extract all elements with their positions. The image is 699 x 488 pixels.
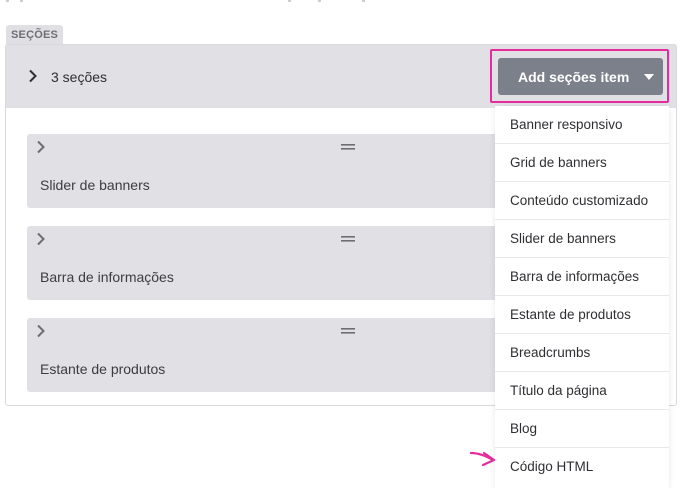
sections-count: 3 seções — [51, 69, 108, 85]
menu-item-label: Conteúdo customizado — [510, 193, 649, 208]
menu-item-banner-responsivo[interactable]: Banner responsivo — [495, 106, 669, 144]
menu-item-label: Título da página — [510, 383, 607, 398]
add-item-dropdown-menu: Banner responsivo Grid de banners Conteú… — [495, 106, 669, 488]
menu-item-label: Breadcrumbs — [510, 345, 591, 360]
section-item-label: Barra de informações — [40, 269, 174, 285]
chevron-right-icon[interactable] — [36, 232, 46, 246]
caret-down-icon[interactable] — [644, 74, 654, 80]
add-section-item-button[interactable]: Add seções item — [498, 58, 663, 95]
section-item[interactable]: Slider de banners — [27, 134, 517, 208]
menu-item-breadcrumbs[interactable]: Breadcrumbs — [495, 334, 669, 372]
menu-item-label: Estante de produtos — [510, 307, 631, 322]
menu-item-label: Grid de banners — [510, 155, 607, 170]
menu-item-barra-de-informacoes[interactable]: Barra de informações — [495, 258, 669, 296]
chevron-right-icon[interactable] — [36, 324, 46, 338]
menu-item-titulo-da-pagina[interactable]: Título da página — [495, 372, 669, 410]
chevron-right-icon[interactable] — [28, 69, 38, 83]
menu-item-label: Banner responsivo — [510, 117, 623, 132]
menu-item-grid-de-banners[interactable]: Grid de banners — [495, 144, 669, 182]
drag-handle-icon[interactable] — [340, 144, 356, 150]
clipped-text-above — [0, 0, 699, 6]
add-button-label: Add seções item — [518, 69, 630, 85]
section-item[interactable]: Barra de informações — [27, 226, 517, 300]
section-item[interactable]: Estante de produtos — [27, 318, 517, 392]
menu-item-conteudo-customizado[interactable]: Conteúdo customizado — [495, 182, 669, 220]
chevron-right-icon[interactable] — [36, 140, 46, 154]
menu-item-label: Slider de banners — [510, 231, 616, 246]
section-item-label: Slider de banners — [40, 177, 150, 193]
arrow-annotation-icon — [469, 451, 496, 467]
menu-item-label: Barra de informações — [510, 269, 640, 284]
menu-item-slider-de-banners[interactable]: Slider de banners — [495, 220, 669, 258]
sections-tab: SEÇÕES — [6, 25, 64, 45]
menu-item-label: Blog — [510, 421, 538, 436]
menu-item-estante-de-produtos[interactable]: Estante de produtos — [495, 296, 669, 334]
drag-handle-icon[interactable] — [340, 236, 356, 242]
menu-item-blog[interactable]: Blog — [495, 410, 669, 448]
section-item-label: Estante de produtos — [40, 361, 166, 377]
menu-item-codigo-html[interactable]: Código HTML — [495, 448, 669, 486]
menu-item-label: Código HTML — [510, 459, 594, 474]
drag-handle-icon[interactable] — [340, 328, 356, 334]
